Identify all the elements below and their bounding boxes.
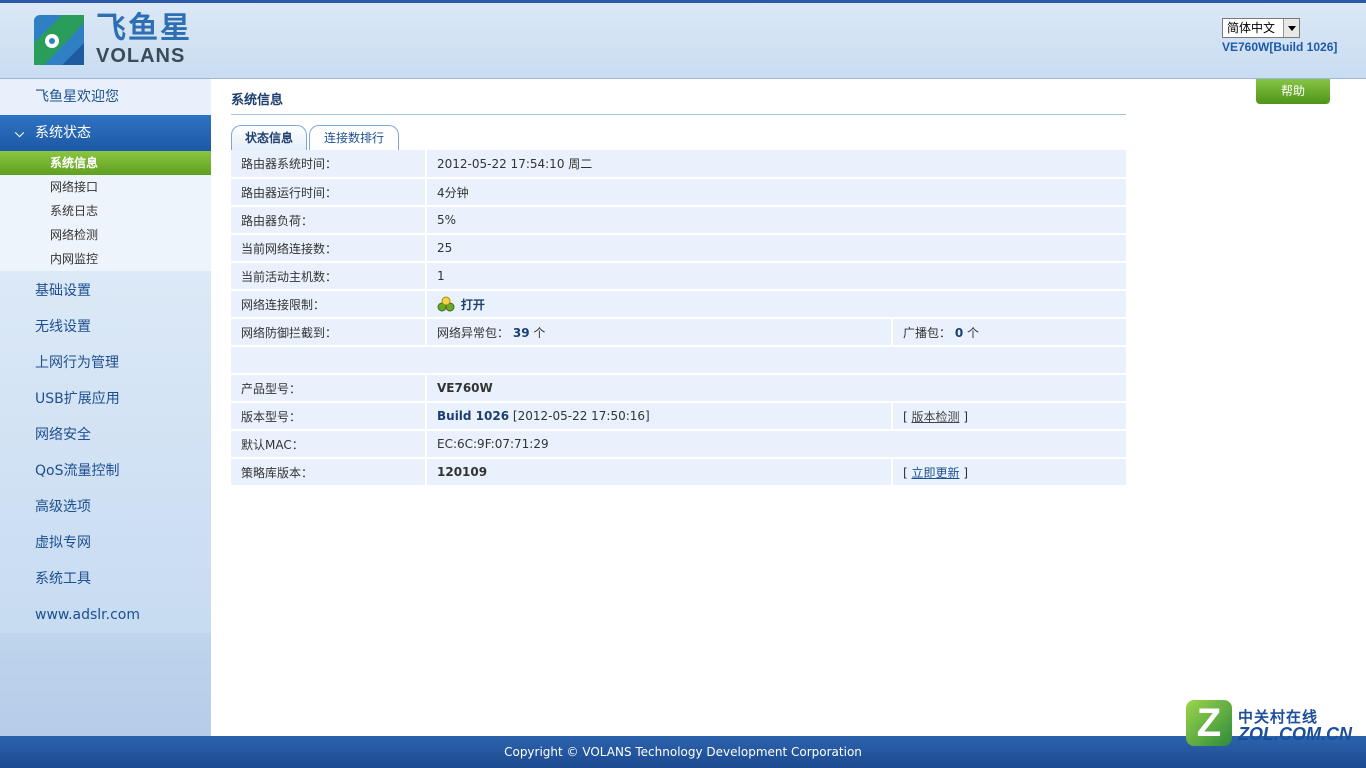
version-build: Build 1026 (437, 409, 510, 423)
row-label: 当前活动主机数： (231, 262, 427, 291)
sidebar-subitem-lan-monitor[interactable]: 内网监控 (0, 247, 211, 271)
sidebar-item-wireless-settings[interactable]: 无线设置 (0, 309, 211, 345)
language-value: 简体中文 (1227, 21, 1276, 35)
sidebar-subitem-network-interface[interactable]: 网络接口 (0, 175, 211, 199)
table-row: 当前网络连接数： 25 (231, 234, 1126, 263)
table-row: 策略库版本： 120109 [ 立即更新 ] (231, 458, 1126, 487)
logo[interactable]: 飞鱼星 VOLANS (32, 13, 192, 67)
table-row: 版本型号： Build 1026 [2012-05-22 17:50:16] [… (231, 402, 1126, 431)
language-select[interactable]: 简体中文 (1222, 18, 1300, 38)
version-check-link[interactable]: 版本检测 (912, 410, 960, 424)
broadcast-packets-count: 0 (954, 325, 964, 340)
sidebar-item-basic-settings[interactable]: 基础设置 (0, 273, 211, 309)
row-label: 网络连接限制： (231, 290, 427, 319)
sidebar-item-vpn[interactable]: 虚拟专网 (0, 525, 211, 561)
row-value: 25 (426, 234, 1126, 263)
main-content: 系统信息 帮助 状态信息 连接数排行 路由器系统时间： 2012-05-22 1… (211, 79, 1366, 736)
row-label: 产品型号： (231, 374, 427, 403)
sidebar-group-system-status[interactable]: ⌵ 系统状态 (0, 115, 211, 151)
tab-status-info[interactable]: 状态信息 (231, 125, 307, 150)
broadcast-packets-unit: 个 (967, 325, 980, 340)
row-value: Build 1026 [2012-05-22 17:50:16] (426, 402, 892, 431)
volans-logo-icon (32, 13, 86, 67)
table-row: 当前活动主机数： 1 (231, 262, 1126, 291)
sidebar-menu: 基础设置 无线设置 上网行为管理 USB扩展应用 网络安全 QoS流量控制 高级… (0, 271, 211, 633)
row-extra: [ 立即更新 ] (891, 458, 1126, 487)
row-extra: 广播包： 0 个 (891, 318, 1126, 347)
row-value: 打开 (426, 290, 1126, 319)
title-divider (231, 114, 1126, 115)
row-value: 5% (426, 206, 1126, 235)
row-label: 网络防御拦截到： (231, 318, 427, 347)
sidebar-item-advanced[interactable]: 高级选项 (0, 489, 211, 525)
abnormal-packets-count: 39 (512, 325, 530, 340)
row-extra: [ 版本检测 ] (891, 402, 1126, 431)
table-row: 网络防御拦截到： 网络异常包： 39 个 广播包： 0 个 (231, 318, 1126, 347)
sidebar-submenu: 系统信息 网络接口 系统日志 网络检测 内网监控 (0, 151, 211, 271)
row-label: 路由器系统时间： (231, 150, 427, 179)
tab-connection-ranking[interactable]: 连接数排行 (309, 125, 399, 150)
system-info-table: 路由器系统时间： 2012-05-22 17:54:10 周二 路由器运行时间：… (231, 150, 1126, 487)
build-version: VE760W[Build 1026] (1222, 40, 1338, 54)
sidebar-item-welcome[interactable]: 飞鱼星欢迎您 (0, 79, 211, 115)
zol-logo-icon: Z (1186, 700, 1232, 746)
row-value: 1 (426, 262, 1126, 291)
row-label: 路由器负荷： (231, 206, 427, 235)
sidebar-item-website-link[interactable]: www.adslr.com (0, 597, 211, 633)
version-date: [2012-05-22 17:50:16] (512, 409, 650, 423)
row-label: 默认MAC： (231, 430, 427, 459)
zol-english: ZOL.COM.CN (1238, 724, 1352, 744)
row-value: EC:6C:9F:07:71:29 (426, 430, 1126, 459)
sidebar-item-qos[interactable]: QoS流量控制 (0, 453, 211, 489)
sidebar-group-label: 系统状态 (35, 125, 91, 141)
row-value: 4分钟 (426, 178, 1126, 207)
header: 飞鱼星 VOLANS 简体中文 VE760W[Build 1026] (0, 0, 1366, 79)
row-label: 策略库版本： (231, 458, 427, 487)
logo-english: VOLANS (96, 45, 186, 67)
row-value: 2012-05-22 17:54:10 周二 (426, 150, 1126, 179)
row-label: 路由器运行时间： (231, 178, 427, 207)
table-row: 默认MAC： EC:6C:9F:07:71:29 (231, 430, 1126, 459)
row-value: 网络异常包： 39 个 (426, 318, 892, 347)
table-row-spacer (231, 346, 1126, 375)
sidebar-subitem-system-log[interactable]: 系统日志 (0, 199, 211, 223)
row-value: 120109 (426, 458, 892, 487)
sidebar-item-behavior-management[interactable]: 上网行为管理 (0, 345, 211, 381)
table-row: 网络连接限制： 打开 (231, 290, 1126, 319)
table-row: 产品型号： VE760W (231, 374, 1126, 403)
dropdown-arrow-icon[interactable] (1283, 19, 1299, 37)
abnormal-packets-label: 网络异常包： (437, 325, 510, 340)
row-value: VE760W (426, 374, 1126, 403)
sidebar-item-system-tools[interactable]: 系统工具 (0, 561, 211, 597)
sidebar-item-usb-apps[interactable]: USB扩展应用 (0, 381, 211, 417)
sidebar-subitem-system-info[interactable]: 系统信息 (0, 151, 211, 175)
help-button[interactable]: 帮助 (1256, 79, 1330, 104)
row-label: 版本型号： (231, 402, 427, 431)
connection-limit-status: 打开 (460, 297, 485, 312)
logo-chinese: 飞鱼星 (96, 11, 192, 46)
row-label: 当前网络连接数： (231, 234, 427, 263)
footer: Copyright © VOLANS Technology Developmen… (0, 736, 1366, 768)
broadcast-packets-label: 广播包： (903, 325, 952, 340)
sidebar-subitem-network-check[interactable]: 网络检测 (0, 223, 211, 247)
table-row: 路由器运行时间： 4分钟 (231, 178, 1126, 207)
sidebar: 飞鱼星欢迎您 ⌵ 系统状态 系统信息 网络接口 系统日志 网络检测 内网监控 基… (0, 79, 211, 736)
zol-watermark: Z 中关村在线 ZOL.COM.CN (1186, 700, 1356, 750)
connection-limit-icon (437, 296, 455, 312)
sidebar-item-network-security[interactable]: 网络安全 (0, 417, 211, 453)
update-now-link[interactable]: 立即更新 (912, 466, 960, 480)
table-row: 路由器系统时间： 2012-05-22 17:54:10 周二 (231, 150, 1126, 179)
abnormal-packets-unit: 个 (533, 325, 546, 340)
table-row: 路由器负荷： 5% (231, 206, 1126, 235)
chevron-down-icon: ⌵ (15, 126, 25, 140)
page-title: 系统信息 (231, 93, 284, 108)
